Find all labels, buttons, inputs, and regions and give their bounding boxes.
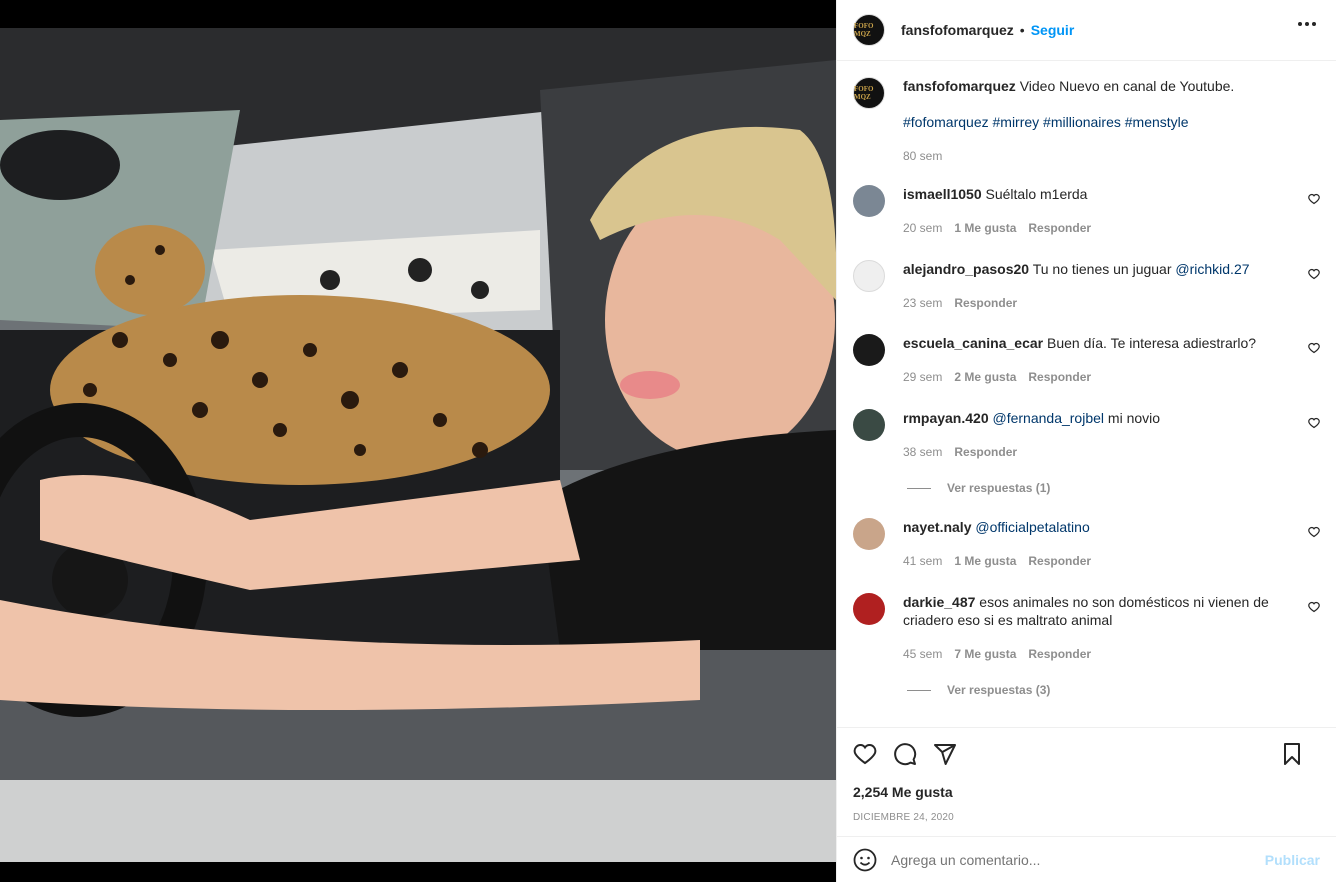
instagram-post-view: FOFO MQZ fansfofomarquez • Seguir FOFO M… bbox=[0, 0, 1336, 882]
comment-age: 23 sem bbox=[903, 296, 943, 310]
comment-like-heart-icon[interactable] bbox=[1308, 526, 1320, 538]
comment-age: 45 sem bbox=[903, 647, 943, 661]
avatar-text: FOFO MQZ bbox=[854, 22, 874, 38]
view-replies-button[interactable]: Ver respuestas (1) bbox=[907, 481, 1050, 495]
post-side-panel: FOFO MQZ fansfofomarquez • Seguir FOFO M… bbox=[836, 0, 1336, 882]
commenter-avatar[interactable] bbox=[853, 593, 885, 625]
commenter-avatar[interactable] bbox=[853, 518, 885, 550]
follow-button[interactable]: Seguir bbox=[1031, 22, 1075, 38]
author-username[interactable]: fansfofomarquez bbox=[901, 22, 1014, 38]
caption-text: Video Nuevo en canal de Youtube. bbox=[1019, 78, 1235, 94]
post-actions: 2,254 Me gusta DICIEMBRE 24, 2020 bbox=[837, 727, 1336, 836]
comment-age: 38 sem bbox=[903, 445, 943, 459]
comment-like-heart-icon[interactable] bbox=[1308, 601, 1320, 613]
comment-input[interactable] bbox=[891, 851, 1265, 868]
publish-button[interactable]: Publicar bbox=[1265, 852, 1320, 868]
comment-body: darkie_487 esos animales no son doméstic… bbox=[903, 593, 1303, 663]
comment-like-heart-icon[interactable] bbox=[1308, 268, 1320, 280]
caption-hashtags[interactable]: #fofomarquez #mirrey #millionaires #mens… bbox=[903, 113, 1234, 131]
more-options-icon[interactable] bbox=[1298, 22, 1316, 26]
post-date: DICIEMBRE 24, 2020 bbox=[853, 812, 954, 823]
reply-button[interactable]: Responder bbox=[954, 294, 1017, 312]
comment-age: 20 sem bbox=[903, 221, 943, 235]
comment-like-heart-icon[interactable] bbox=[1308, 417, 1320, 429]
reply-button[interactable]: Responder bbox=[1028, 219, 1091, 237]
comment-mention[interactable]: @fernanda_rojbel bbox=[993, 410, 1105, 426]
share-icon[interactable] bbox=[933, 742, 957, 766]
commenter-avatar[interactable] bbox=[853, 409, 885, 441]
avatar-text: FOFO MQZ bbox=[854, 85, 874, 101]
comment-item: darkie_487 esos animales no son doméstic… bbox=[853, 593, 1320, 663]
comment-body: nayet.naly @officialpetalatino 41 sem 1 M… bbox=[903, 518, 1303, 570]
view-replies-button[interactable]: Ver respuestas (3) bbox=[907, 683, 1050, 697]
comment-likes[interactable]: 7 Me gusta bbox=[954, 645, 1016, 663]
commenter-avatar[interactable] bbox=[853, 185, 885, 217]
caption-username[interactable]: fansfofomarquez bbox=[903, 78, 1016, 94]
comment-body: escuela_canina_ecar Buen día. Te interes… bbox=[903, 334, 1303, 386]
comment-text: Suéltalo m1erda bbox=[985, 186, 1088, 202]
comment-like-heart-icon[interactable] bbox=[1308, 342, 1320, 354]
comment-text: Tu no tienes un juguar bbox=[1032, 261, 1176, 277]
commenter-username[interactable]: nayet.naly bbox=[903, 519, 971, 535]
comment-body: rmpayan.420 @fernanda_rojbel mi novio 38… bbox=[903, 409, 1303, 461]
comment-composer: Publicar bbox=[837, 836, 1336, 882]
post-photo[interactable] bbox=[0, 0, 836, 882]
reply-button[interactable]: Responder bbox=[1028, 552, 1091, 570]
author-avatar[interactable]: FOFO MQZ bbox=[853, 14, 885, 46]
commenter-avatar[interactable] bbox=[853, 334, 885, 366]
reply-button[interactable]: Responder bbox=[1028, 645, 1091, 663]
commenter-username[interactable]: ismaell1050 bbox=[903, 186, 982, 202]
caption-body: fansfofomarquez Video Nuevo en canal de … bbox=[903, 77, 1234, 165]
caption: FOFO MQZ fansfofomarquez Video Nuevo en … bbox=[853, 77, 1320, 165]
bookmark-icon[interactable] bbox=[1280, 742, 1304, 766]
heart-icon[interactable] bbox=[853, 742, 877, 766]
comment-age: 29 sem bbox=[903, 370, 943, 384]
separator-dot: • bbox=[1019, 22, 1025, 38]
comments-list[interactable]: FOFO MQZ fansfofomarquez Video Nuevo en … bbox=[837, 61, 1336, 727]
comment-text: mi novio bbox=[1104, 410, 1161, 426]
commenter-username[interactable]: escuela_canina_ecar bbox=[903, 335, 1043, 351]
commenter-avatar[interactable] bbox=[853, 260, 885, 292]
reply-button[interactable]: Responder bbox=[954, 443, 1017, 461]
comment-like-heart-icon[interactable] bbox=[1308, 193, 1320, 205]
post-header: FOFO MQZ fansfofomarquez • Seguir bbox=[837, 0, 1336, 61]
commenter-username[interactable]: darkie_487 bbox=[903, 594, 975, 610]
view-replies-label: Ver respuestas (3) bbox=[947, 683, 1051, 697]
comment-text: Buen día. Te interesa adiestrarlo? bbox=[1047, 335, 1257, 351]
comment-likes[interactable]: 1 Me gusta bbox=[954, 219, 1016, 237]
commenter-username[interactable]: rmpayan.420 bbox=[903, 410, 989, 426]
action-icons bbox=[853, 728, 1320, 780]
comment-item: escuela_canina_ecar Buen día. Te interes… bbox=[853, 334, 1320, 386]
photo-illustration bbox=[0, 0, 836, 882]
caption-meta: 80 sem bbox=[903, 147, 1234, 165]
like-count[interactable]: 2,254 Me gusta bbox=[853, 784, 1320, 800]
comment-body: ismaell1050 Suéltalo m1erda 20 sem 1 Me g… bbox=[903, 185, 1303, 237]
comment-age: 41 sem bbox=[903, 554, 943, 568]
comment-item: ismaell1050 Suéltalo m1erda 20 sem 1 Me g… bbox=[853, 185, 1320, 237]
comment-body: alejandro_pasos20 Tu no tienes un juguar… bbox=[903, 260, 1303, 312]
comment-item: rmpayan.420 @fernanda_rojbel mi novio 38… bbox=[853, 409, 1320, 461]
caption-age: 80 sem bbox=[903, 149, 943, 163]
comment-icon[interactable] bbox=[893, 742, 917, 766]
view-replies-label: Ver respuestas (1) bbox=[947, 481, 1051, 495]
comment-likes[interactable]: 1 Me gusta bbox=[954, 552, 1016, 570]
comment-mention[interactable]: @richkid.27 bbox=[1175, 261, 1249, 277]
reply-button[interactable]: Responder bbox=[1028, 368, 1091, 386]
comment-likes[interactable]: 2 Me gusta bbox=[954, 368, 1016, 386]
comment-mention[interactable]: @officialpetalatino bbox=[975, 519, 1089, 535]
comment-item: alejandro_pasos20 Tu no tienes un juguar… bbox=[853, 260, 1320, 312]
emoji-icon[interactable] bbox=[853, 848, 877, 872]
commenter-username[interactable]: alejandro_pasos20 bbox=[903, 261, 1029, 277]
comment-item: nayet.naly @officialpetalatino 41 sem 1 M… bbox=[853, 518, 1320, 570]
caption-avatar[interactable]: FOFO MQZ bbox=[853, 77, 885, 109]
